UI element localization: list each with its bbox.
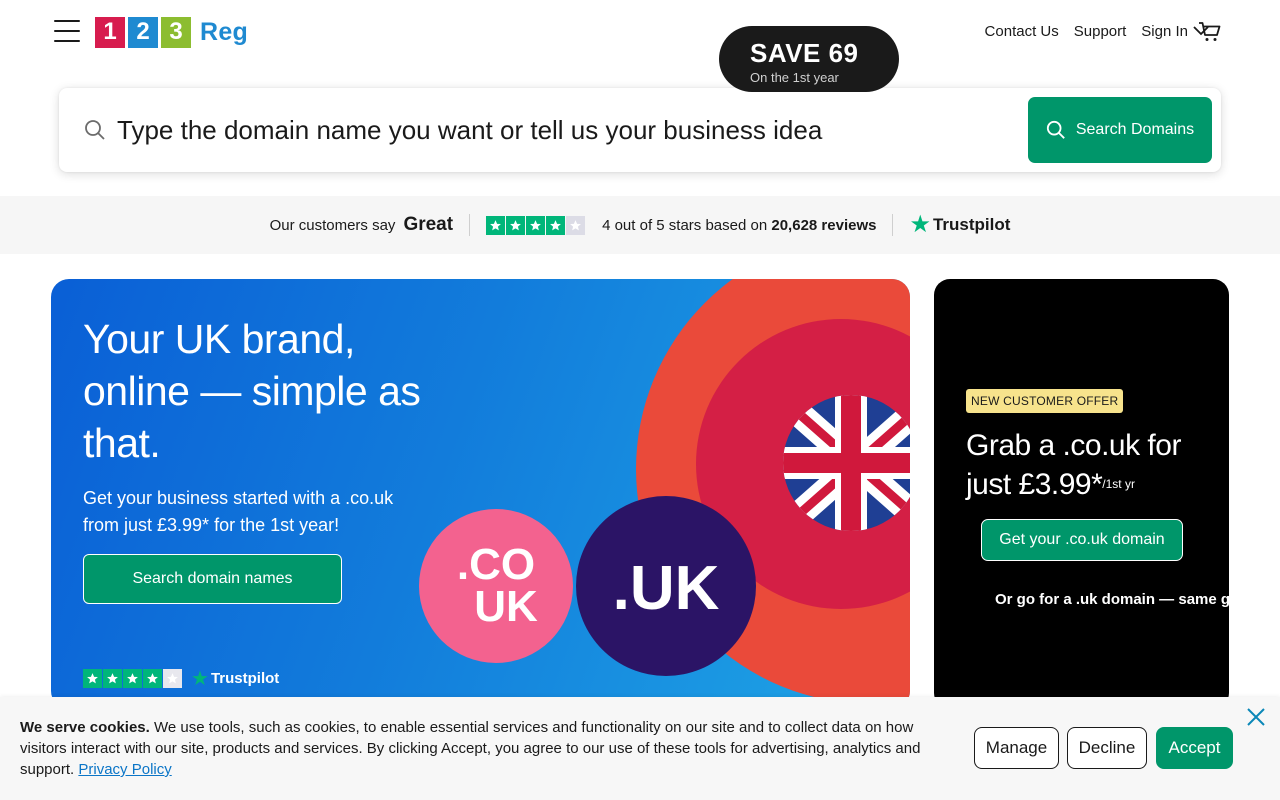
trustpilot-star-icon: ★ <box>909 211 931 238</box>
manage-cookies-button[interactable]: Manage <box>974 727 1059 769</box>
save-badge-note: On the 1st year <box>750 70 839 85</box>
cookie-message: We serve cookies. We use tools, such as … <box>20 717 940 780</box>
trustpilot-star-icon: ★ <box>191 668 209 690</box>
star-icon <box>83 669 102 688</box>
domain-search-bar: Search Domains <box>59 88 1221 172</box>
offer-title-suffix: /1st yr <box>1102 477 1135 491</box>
star-empty-icon <box>566 215 586 235</box>
trust-rating-word: Great <box>403 214 454 235</box>
search-domain-names-button[interactable]: Search domain names <box>83 554 342 604</box>
logo-digit-2: 2 <box>128 16 158 48</box>
menu-icon[interactable] <box>54 20 80 44</box>
logo-word: Reg <box>200 17 249 46</box>
star-empty-icon <box>163 669 182 688</box>
hero-subtitle: Get your business started with a .co.uk … <box>83 488 394 535</box>
domain-search-input[interactable] <box>117 106 1017 154</box>
star-icon <box>506 215 526 235</box>
trustpilot-logo[interactable]: ★ Trustpilot <box>909 213 1010 237</box>
hero-trustpilot: ★ Trustpilot <box>83 666 279 691</box>
divider <box>469 214 471 236</box>
offer-title: Grab a .co.uk for just £3.99*/1st yr <box>966 427 1226 504</box>
save-badge-amount: SAVE 69 <box>750 38 859 68</box>
cart-icon[interactable] <box>1198 20 1222 44</box>
privacy-policy-link[interactable]: Privacy Policy <box>78 761 171 778</box>
close-icon[interactable] <box>1244 705 1268 729</box>
get-couk-domain-button[interactable]: Get your .co.uk domain <box>981 519 1183 561</box>
cookie-banner: We serve cookies. We use tools, such as … <box>0 697 1280 800</box>
badge-uk-text: .UK <box>613 554 720 623</box>
star-icon <box>103 669 122 688</box>
star-icon <box>546 215 566 235</box>
hero-trustpilot-logo: ★ Trustpilot <box>191 666 279 691</box>
logo-digit-1: 1 <box>95 16 125 48</box>
badge-uk-small-text: UK <box>474 582 538 631</box>
logo-digit-3: 3 <box>161 16 191 48</box>
support-link[interactable]: Support <box>1074 23 1127 40</box>
hero-banner: .CO UK .UK Your UK brand, online — simpl… <box>51 279 910 709</box>
search-icon <box>1046 120 1065 139</box>
star-icon <box>526 215 546 235</box>
site-logo[interactable]: 1 2 3 Reg <box>95 16 248 48</box>
trust-prefix: Our customers say <box>269 216 396 234</box>
trustpilot-wordmark: Trustpilot <box>932 215 1011 234</box>
trust-reviews: 4 out of 5 stars based on 20,628 reviews <box>602 217 876 234</box>
new-customer-tag: NEW CUSTOMER OFFER <box>966 389 1124 413</box>
star-rating <box>486 215 586 235</box>
search-icon <box>85 120 105 140</box>
offer-card: NEW CUSTOMER OFFER Grab a .co.uk for jus… <box>934 279 1229 709</box>
cookie-lead: We serve cookies. <box>20 719 150 736</box>
save-badge: SAVE 69 On the 1st year <box>719 26 899 92</box>
trustpilot-strip: Our customers say Great 4 out of 5 stars… <box>0 196 1280 254</box>
star-icon <box>486 215 506 235</box>
trust-reviews-count: 20,628 reviews <box>771 216 877 234</box>
hero-illustration: .CO UK .UK <box>419 279 910 704</box>
search-domains-label: Search Domains <box>1075 121 1195 138</box>
accept-cookies-button[interactable]: Accept <box>1156 727 1233 769</box>
offer-alt-text: Or go for a .uk domain — same g <box>995 591 1229 608</box>
star-icon <box>123 669 142 688</box>
decline-cookies-button[interactable]: Decline <box>1067 727 1147 769</box>
site-header: 1 2 3 Reg Contact Us Support Sign In <box>0 0 1280 64</box>
top-nav: Contact Us Support Sign In <box>970 22 1210 40</box>
trust-reviews-text: 4 out of 5 stars based on <box>602 216 768 234</box>
divider <box>892 214 894 236</box>
contact-us-link[interactable]: Contact Us <box>985 23 1059 40</box>
star-icon <box>143 669 162 688</box>
sign-in-label: Sign In <box>1141 22 1188 40</box>
hero-title: Your UK brand, online — simple as that. <box>83 316 421 466</box>
offer-title-text: Grab a .co.uk for just £3.99* <box>966 429 1181 501</box>
search-domains-button[interactable]: Search Domains <box>1028 97 1212 163</box>
hero-trustpilot-wordmark: Trustpilot <box>210 670 280 687</box>
